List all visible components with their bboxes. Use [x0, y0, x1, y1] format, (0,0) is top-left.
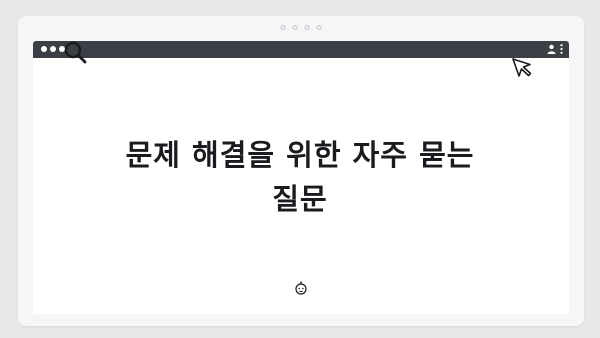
search-icon[interactable]	[63, 40, 89, 70]
camera-dot	[304, 25, 310, 30]
window-close-dot[interactable]	[41, 46, 47, 52]
camera-dot	[292, 25, 298, 30]
camera-dots	[280, 25, 322, 30]
page-title: 문제 해결을 위한 자주 묻는 질문	[0, 133, 600, 221]
cursor-pointer-icon	[510, 56, 534, 84]
browser-title-bar	[33, 41, 569, 58]
camera-dot	[316, 25, 322, 30]
user-icon[interactable]	[547, 44, 556, 54]
window-controls	[41, 46, 65, 52]
page-title-line-1: 문제 해결을 위한 자주 묻는	[125, 138, 475, 172]
camera-dot	[280, 25, 286, 30]
window-minimize-dot[interactable]	[50, 46, 56, 52]
more-vertical-icon[interactable]	[560, 44, 563, 54]
baby-face-icon	[294, 280, 308, 300]
page-title-line-2: 질문	[272, 182, 328, 216]
browser-bar-actions	[547, 44, 563, 54]
